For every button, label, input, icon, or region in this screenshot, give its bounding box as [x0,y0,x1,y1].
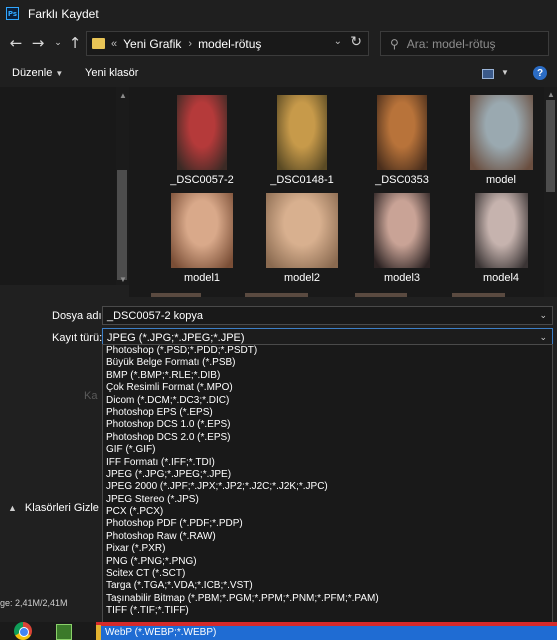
search-placeholder: Ara: model-rötuş [406,36,496,51]
address-bar[interactable]: « Yeni Grafik › model-rötuş ⌄ ↻ [86,31,369,56]
new-folder-button[interactable]: Yeni klasör [85,67,138,79]
dropdown-option[interactable]: Photoshop PDF (*.PDF;*.PDP) [103,518,552,530]
view-options-icon[interactable] [482,69,494,79]
file-item[interactable]: model [461,95,541,186]
dropdown-option[interactable]: Photoshop EPS (*.EPS) [103,407,552,419]
file-item[interactable]: model3 [362,193,442,284]
breadcrumb-separator: › [188,37,193,50]
organize-label: Düzenle [12,67,53,79]
file-thumbnail [266,193,338,268]
hide-folders-button[interactable]: ▲ Klasörleri Gizle [8,502,99,514]
refresh-icon[interactable]: ↻ [350,34,362,50]
file-thumbnail [277,95,327,170]
file-item[interactable]: _DSC0057-2 [162,95,242,186]
folder-icon [92,38,105,49]
file-name: model4 [482,272,520,284]
file-thumbnail [374,193,430,268]
help-icon[interactable]: ? [533,66,547,80]
dropdown-option[interactable]: Büyük Belge Formatı (*.PSB) [103,357,552,369]
scroll-down-icon[interactable]: ▼ [119,275,127,284]
file-item[interactable]: model4 [461,193,541,284]
status-text: ge: 2,41M/2,41M [0,598,68,608]
file-name: _DSC0148-1 [270,174,334,186]
filetype-value: JPEG (*.JPG;*.JPEG;*.JPE) [107,331,245,344]
dropdown-option[interactable]: Targa (*.TGA;*.VDA;*.ICB;*.VST) [103,580,552,592]
hide-folders-label: Klasörleri Gizle [24,502,99,514]
file-item[interactable]: _DSC0353 [362,95,442,186]
file-list[interactable]: _DSC0057-2 _DSC0148-1 _DSC0353 model model1 m… [129,87,544,297]
filename-label: Dosya adı: [52,310,105,322]
chevron-down-icon: ▼ [55,69,64,78]
scroll-up-icon[interactable]: ▲ [119,91,127,100]
navigation-pane[interactable] [0,87,116,285]
chrome-icon[interactable] [14,622,32,640]
dropdown-option[interactable]: Dicom (*.DCM;*.DC3;*.DIC) [103,395,552,407]
dropdown-option-selected[interactable]: WebP (*.WEBP;*.WEBP) [101,625,557,640]
file-item[interactable]: model2 [262,193,342,284]
file-name: model3 [383,272,421,284]
chevron-up-icon: ▲ [8,503,17,513]
navigation-bar: ← → ⌄ ↑ « Yeni Grafik › model-rötuş ⌄ ↻ … [0,27,557,61]
file-thumbnail [469,95,533,170]
file-thumbnail [177,95,227,170]
file-list-scroll-thumb[interactable] [546,100,555,192]
scroll-up-icon[interactable]: ▲ [547,90,555,99]
breadcrumb-item[interactable]: model-rötuş [198,37,261,51]
dropdown-option[interactable]: IFF Formatı (*.IFF;*.TDI) [103,457,552,469]
dropdown-option[interactable]: PNG (*.PNG;*.PNG) [103,556,552,568]
window-title: Farklı Kaydet [28,6,99,21]
organize-button[interactable]: Düzenle ▼ [12,67,63,79]
dropdown-option[interactable]: BMP (*.BMP;*.RLE;*.DIB) [103,370,552,382]
search-icon: ⚲ [390,36,399,51]
dropdown-option[interactable]: Scitex CT (*.SCT) [103,568,552,580]
file-item[interactable]: model1 [162,193,242,284]
file-thumbnail [377,95,427,170]
dropdown-option[interactable]: JPEG (*.JPG;*.JPEG;*.JPE) [103,469,552,481]
file-item[interactable]: _DSC0148-1 [262,95,342,186]
file-name: model2 [283,272,321,284]
dropdown-option[interactable]: Photoshop DCS 2.0 (*.EPS) [103,432,552,444]
title-bar: Ps Farklı Kaydet [0,0,557,27]
file-name: _DSC0353 [375,174,429,186]
photoshop-icon: Ps [6,7,19,20]
command-toolbar: Düzenle ▼ Yeni klasör ▼ ? [0,61,557,87]
dropdown-option[interactable]: JPEG 2000 (*.JPF;*.JPX;*.JP2;*.J2C;*.J2K… [103,481,552,493]
dropdown-option[interactable]: Photoshop (*.PSD;*.PDD;*.PSDT) [103,345,552,357]
search-input[interactable]: ⚲ Ara: model-rötuş [380,31,549,56]
dropdown-option[interactable]: Pixar (*.PXR) [103,543,552,555]
app-icon[interactable] [56,624,72,640]
filetype-label: Kayıt türü: [52,332,103,344]
file-name: model [486,174,516,186]
breadcrumb-prefix[interactable]: « [111,38,117,50]
chevron-down-icon[interactable]: ▼ [501,68,509,77]
dropdown-option[interactable]: Taşınabilir Bitmap (*.PBM;*.PGM;*.PPM;*.… [103,593,552,605]
file-thumbnail [474,193,528,268]
forward-arrow-icon[interactable]: → [28,32,48,54]
filename-field[interactable]: _DSC0057-2 kopya ⌄ [102,306,553,325]
chevron-down-icon[interactable]: ⌄ [539,332,547,343]
hidden-label: Ka [84,390,98,402]
filename-value: _DSC0057-2 kopya [107,309,204,322]
dropdown-option[interactable]: Photoshop Raw (*.RAW) [103,531,552,543]
new-folder-label: Yeni klasör [85,67,139,79]
up-arrow-icon[interactable]: ↑ [65,32,85,54]
dropdown-option[interactable]: JPEG Stereo (*.JPS) [103,494,552,506]
dropdown-option[interactable]: Photoshop DCS 1.0 (*.EPS) [103,419,552,431]
dropdown-option[interactable]: TIFF (*.TIF;*.TIFF) [103,605,552,617]
filetype-dropdown-list[interactable]: Photoshop (*.PSD;*.PDD;*.PSDT) Büyük Belg… [102,344,553,627]
chevron-down-icon[interactable]: ⌄ [539,310,547,321]
back-arrow-icon[interactable]: ← [6,32,26,54]
file-name: model1 [183,272,221,284]
nav-pane-scroll-thumb[interactable] [117,170,127,280]
dropdown-option[interactable]: Çok Resimli Format (*.MPO) [103,382,552,394]
dropdown-option[interactable]: GIF (*.GIF) [103,444,552,456]
address-dropdown-icon[interactable]: ⌄ [334,36,342,47]
file-name: _DSC0057-2 [170,174,234,186]
dropdown-option[interactable]: PCX (*.PCX) [103,506,552,518]
breadcrumb-item[interactable]: Yeni Grafik [123,37,181,51]
file-thumbnail [171,193,233,268]
